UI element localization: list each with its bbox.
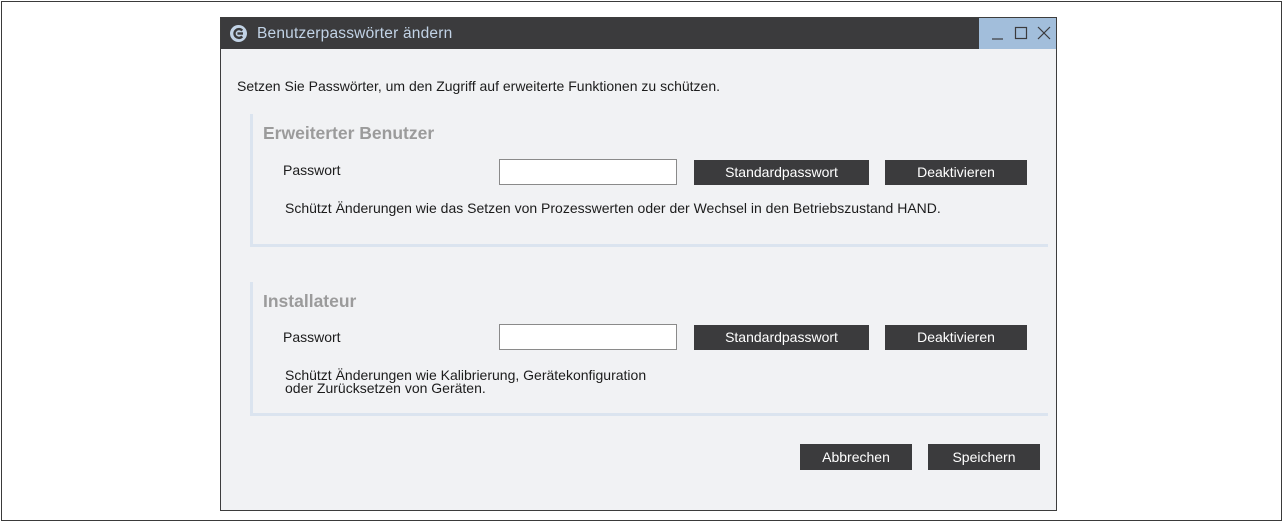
window-title: Benutzerpasswörter ändern [257,25,453,42]
section-title: Installateur [263,291,357,311]
advanced-user-password-field[interactable] [499,159,677,185]
installer-section: Installateur Passwort Standardpasswort D… [250,282,1048,416]
advanced-user-disable-button[interactable]: Deaktivieren [885,160,1027,185]
app-logo-icon [230,25,247,42]
description-line: oder Zurücksetzen von Geräten. [285,380,486,396]
advanced-user-section: Erweiterter Benutzer Passwort Standardpa… [250,114,1048,247]
section-description: Schützt Änderungen wie das Setzen von Pr… [285,200,941,216]
installer-disable-button[interactable]: Deaktivieren [885,325,1027,350]
advanced-user-default-password-button[interactable]: Standardpasswort [694,160,869,185]
title-bar: Benutzerpasswörter ändern [221,18,1056,49]
installer-default-password-button[interactable]: Standardpasswort [694,325,869,350]
installer-password-field[interactable] [499,324,677,350]
save-button[interactable]: Speichern [928,444,1040,470]
window-controls [979,18,1056,49]
password-label: Passwort [283,329,341,345]
close-button[interactable] [1033,18,1055,49]
section-description: Schützt Änderungen wie Kalibrierung, Ger… [285,368,646,396]
section-title: Erweiterter Benutzer [263,123,435,143]
close-icon [1037,26,1051,40]
maximize-button[interactable] [1010,18,1032,49]
password-dialog: Benutzerpasswörter ändern Setzen Sie Pas… [220,17,1057,511]
minimize-button[interactable] [987,18,1009,49]
cancel-button[interactable]: Abbrechen [800,444,912,470]
maximize-icon [1014,26,1028,40]
password-label: Passwort [283,162,341,178]
intro-text: Setzen Sie Passwörter, um den Zugriff au… [237,78,720,94]
minimize-icon [992,38,1003,40]
